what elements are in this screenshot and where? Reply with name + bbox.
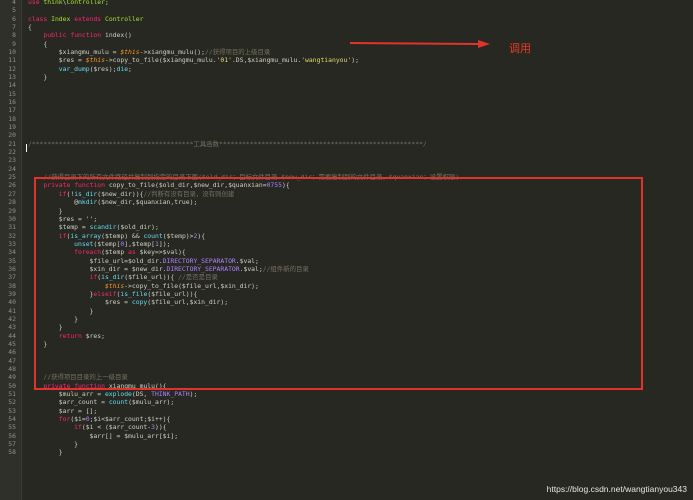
highlight-box <box>34 177 643 390</box>
watermark-url: https://blog.csdn.net/wangtianyou343 <box>546 484 687 494</box>
annotation-label: 调用 <box>509 43 531 55</box>
